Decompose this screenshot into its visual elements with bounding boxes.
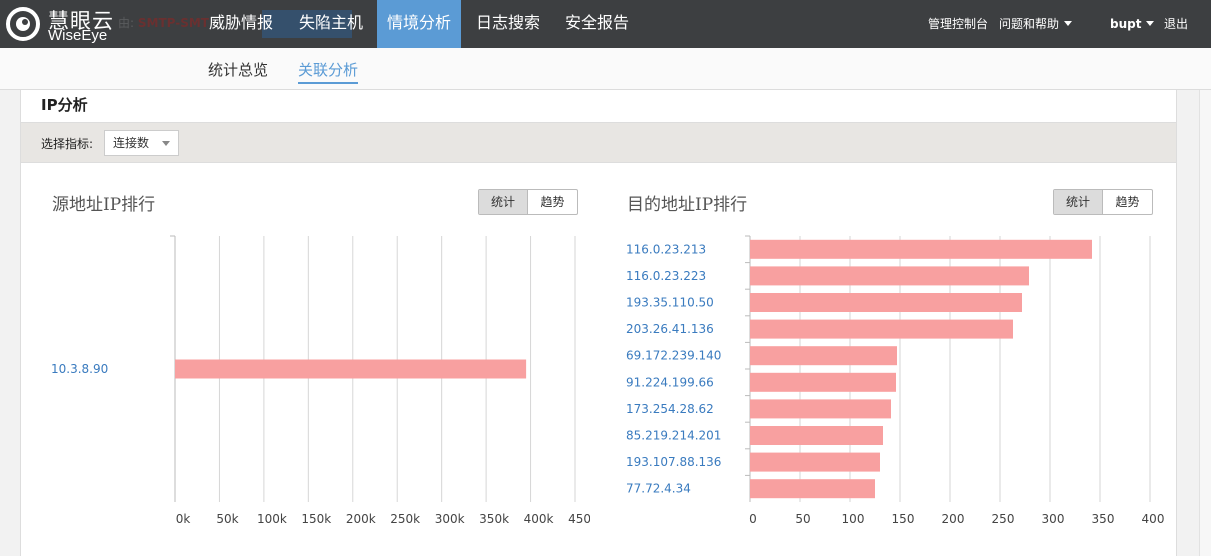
destination-ip-label[interactable]: 85.219.214.201 (626, 429, 721, 443)
logout-link[interactable]: 退出 (1164, 0, 1188, 48)
brand-logo[interactable]: 慧眼云 WiseEye (4, 4, 124, 44)
x-tick-label: 200k (346, 512, 376, 526)
x-tick-label: 250 (992, 512, 1015, 526)
destination-ip-label[interactable]: 77.72.4.34 (626, 482, 691, 496)
x-tick-label: 100k (257, 512, 287, 526)
destination-bar[interactable] (750, 372, 896, 392)
destination-view-toggle: 统计 趋势 (1053, 189, 1153, 215)
help-menu-label: 问题和帮助 (999, 17, 1060, 31)
filter-bar: 选择指标: 连接数 (21, 123, 1176, 163)
user-name: bupt (1110, 17, 1142, 31)
tab-correlation-analysis[interactable]: 关联分析 (298, 59, 359, 84)
source-bar[interactable] (175, 359, 527, 379)
destination-ip-label[interactable]: 173.254.28.62 (626, 402, 714, 416)
destination-ip-label[interactable]: 193.107.88.136 (626, 455, 721, 469)
sub-navbar: 统计总览 关联分析 (0, 48, 1211, 90)
x-tick-label: 150 (892, 512, 915, 526)
destination-ip-bar-chart: 0 50 100 150 200 250 300 350 400 116.0.23.213 116.… (626, 235, 1165, 526)
x-tick-label: 400k (524, 512, 554, 526)
x-tick-label: 100 (842, 512, 865, 526)
overlapped-notice-prefix: 由: (118, 16, 135, 30)
metric-label: 选择指标: (41, 137, 94, 151)
destination-ip-label[interactable]: 91.224.199.66 (626, 375, 714, 389)
user-menu[interactable]: bupt (1110, 0, 1155, 48)
chevron-down-icon (1146, 21, 1155, 26)
destination-bar[interactable] (750, 319, 1013, 339)
nav-compromised-hosts[interactable]: 失陷主机 (285, 0, 377, 48)
destination-ip-label[interactable]: 69.172.239.140 (626, 349, 721, 363)
x-tick-label: 0 (749, 512, 757, 526)
chevron-down-icon (162, 141, 170, 146)
x-tick-label: 50k (216, 512, 238, 526)
nav-security-report[interactable]: 安全报告 (555, 0, 639, 48)
chevron-down-icon (1064, 21, 1073, 26)
source-ip-label[interactable]: 10.3.8.90 (51, 362, 108, 376)
destination-chart-title: 目的地址IP排行 (627, 195, 748, 215)
x-tick-label: 300 (1042, 512, 1065, 526)
destination-bar[interactable] (750, 426, 883, 445)
nav-log-search[interactable]: 日志搜索 (461, 0, 555, 48)
destination-ip-label[interactable]: 193.35.110.50 (626, 296, 714, 310)
panel-title: IP分析 (41, 96, 88, 114)
destination-bar[interactable] (750, 239, 1092, 259)
metric-select-value: 连接数 (113, 136, 150, 150)
nav-situation-analysis[interactable]: 情境分析 (377, 0, 461, 48)
source-stats-button[interactable]: 统计 (479, 190, 528, 214)
x-tick-label: 0k (176, 512, 191, 526)
x-tick-label: 150k (301, 512, 331, 526)
destination-ip-label[interactable]: 116.0.23.223 (626, 269, 706, 283)
x-tick-label: 250k (390, 512, 420, 526)
destination-bar[interactable] (750, 452, 880, 472)
x-tick-label: 400 (1142, 512, 1165, 526)
tab-statistics-overview[interactable]: 统计总览 (208, 59, 268, 82)
x-tick-label: 300k (435, 512, 465, 526)
nav-threat-intel[interactable]: 威胁情报 (197, 0, 285, 48)
destination-stats-button[interactable]: 统计 (1054, 190, 1103, 214)
destination-bar[interactable] (750, 266, 1029, 286)
destination-bar[interactable] (750, 399, 891, 419)
eye-logo-icon (6, 7, 40, 41)
destination-bar[interactable] (750, 479, 875, 499)
destination-bar[interactable] (750, 346, 897, 366)
source-trend-button[interactable]: 趋势 (528, 190, 577, 214)
x-tick-label: 450k (568, 512, 590, 526)
help-menu[interactable]: 问题和帮助 (999, 0, 1073, 48)
destination-ip-label[interactable]: 116.0.23.213 (626, 242, 706, 256)
destination-trend-button[interactable]: 趋势 (1103, 190, 1152, 214)
top-navbar: 慧眼云 WiseEye 由: SMTP-SMT 威胁情报 失陷主机 情境分析 日… (0, 0, 1211, 48)
destination-bar[interactable] (750, 293, 1022, 312)
source-chart-title: 源地址IP排行 (52, 195, 156, 215)
console-link[interactable]: 管理控制台 (928, 0, 988, 48)
brand-name-en: WiseEye (48, 27, 108, 44)
overlapped-notice: 由: SMTP-SMT (118, 14, 209, 31)
x-tick-label: 200 (942, 512, 965, 526)
source-view-toggle: 统计 趋势 (478, 189, 578, 215)
x-tick-label: 350k (479, 512, 509, 526)
destination-ip-label[interactable]: 203.26.41.136 (626, 322, 714, 336)
scrollbar[interactable] (1199, 90, 1211, 556)
source-ip-bar-chart: 0k 50k 100k 150k 200k 250k 300k 350k 400k 450k 10.… (51, 235, 590, 526)
metric-select[interactable]: 连接数 (104, 130, 179, 156)
x-tick-label: 50 (795, 512, 810, 526)
x-tick-label: 350 (1092, 512, 1115, 526)
